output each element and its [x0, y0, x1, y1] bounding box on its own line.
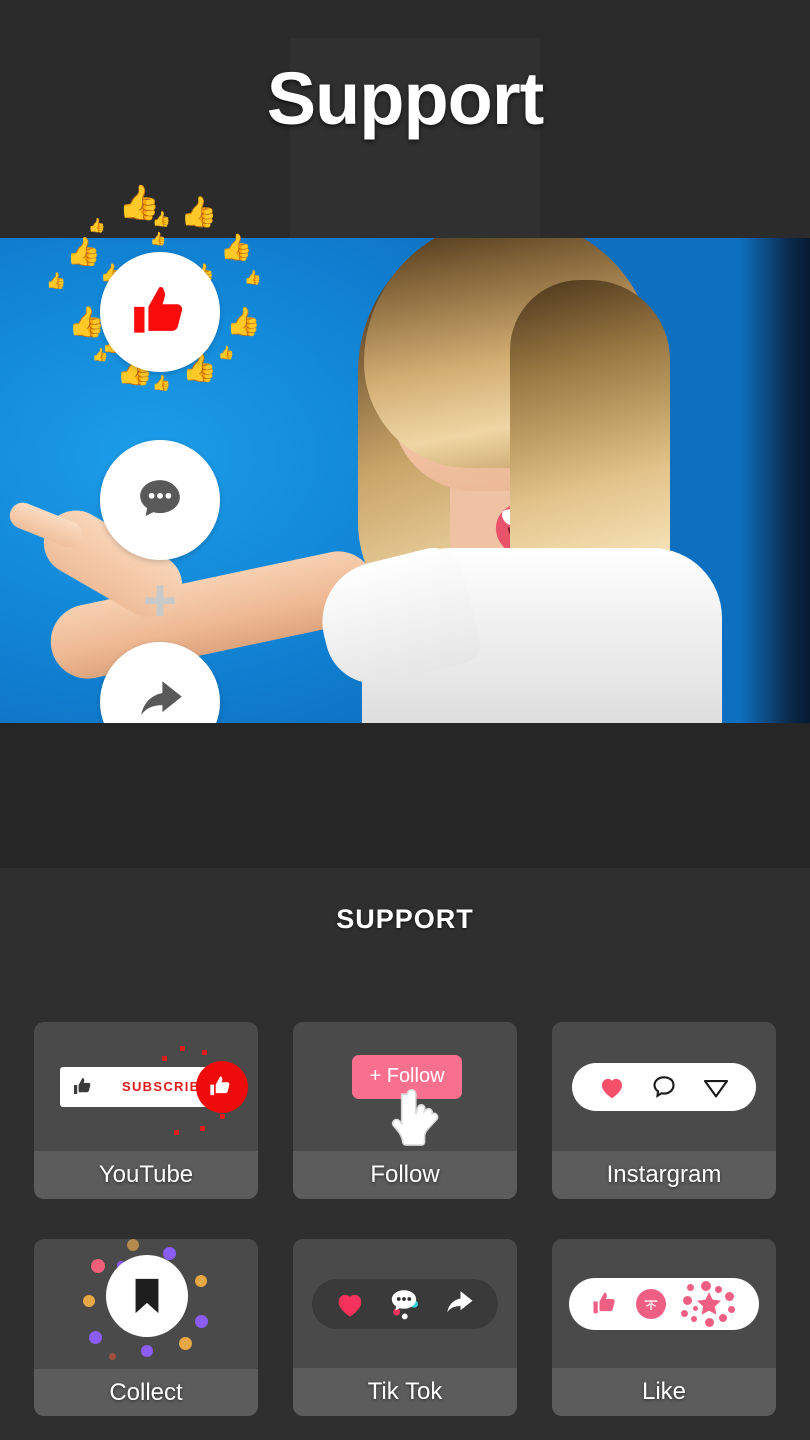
like-action-pill[interactable] [569, 1277, 759, 1330]
thumbs-up-white-icon [210, 1075, 230, 1095]
woman-illustration [5, 238, 770, 723]
thumbs-up-icon[interactable] [591, 1289, 621, 1319]
youtube-art: SUBSCRIBE [34, 1022, 258, 1151]
like-art [552, 1239, 776, 1368]
comment-button[interactable] [100, 440, 220, 560]
tiktok-art [293, 1239, 517, 1368]
card-label-collect: Collect [34, 1369, 258, 1416]
tiktok-action-pill[interactable] [312, 1278, 498, 1329]
collect-burst [71, 1239, 221, 1369]
support-panel: SUPPORT SUBSCRIBE YouTube + Follow Follo… [0, 868, 810, 1440]
pointing-hand-cursor-icon [391, 1088, 439, 1146]
hero-panel-spacer [0, 723, 810, 868]
collect-button[interactable] [106, 1255, 188, 1337]
bookmark-icon [135, 1278, 159, 1314]
social-actions-column: + [100, 252, 220, 723]
share-arrow-icon [141, 681, 182, 716]
card-label-instagram: Instargram [552, 1151, 776, 1199]
share-arrow-icon[interactable] [441, 1286, 477, 1322]
card-tiktok[interactable]: Tik Tok [293, 1239, 517, 1416]
card-label-like: Like [552, 1368, 776, 1416]
card-follow[interactable]: + Follow Follow [293, 1022, 517, 1199]
panel-title: SUPPORT [336, 904, 474, 934]
comment-bubble-icon [140, 480, 180, 517]
like-badge-icon[interactable] [635, 1288, 666, 1319]
card-label-youtube: YouTube [34, 1151, 258, 1199]
send-paper-plane-icon[interactable] [701, 1072, 731, 1102]
comment-outline-icon[interactable] [649, 1072, 679, 1102]
instagram-action-pill[interactable] [572, 1062, 756, 1111]
photo-right-shadow [740, 238, 810, 723]
card-like[interactable]: Like [552, 1239, 776, 1416]
card-collect[interactable]: Collect [34, 1239, 258, 1416]
card-label-tiktok: Tik Tok [293, 1368, 517, 1416]
page-title: Support [266, 57, 545, 140]
comment-bubble-icon[interactable] [385, 1285, 423, 1323]
card-label-follow: Follow [293, 1151, 517, 1199]
heart-icon[interactable] [597, 1072, 627, 1102]
follow-art: + Follow [293, 1022, 517, 1151]
instagram-art [552, 1022, 776, 1151]
support-card-grid: SUBSCRIBE YouTube + Follow Follow Instar… [34, 1022, 776, 1416]
share-button[interactable] [100, 642, 220, 723]
like-button[interactable] [100, 252, 220, 372]
app-screen: Support 👍 👍 👍 👍 👍 👍 👍 👍 👍 👍 👍 👍 👍 👍 👍 👍 … [0, 0, 810, 1440]
thumbs-up-dark-icon [74, 1077, 91, 1094]
star-burst-glyph-icon [644, 1299, 658, 1310]
thumbs-up-icon [134, 287, 183, 333]
star-sparkle-group [681, 1280, 737, 1327]
hero-section: Support 👍 👍 👍 👍 👍 👍 👍 👍 👍 👍 👍 👍 👍 👍 👍 👍 … [0, 0, 810, 723]
card-instagram[interactable]: Instargram [552, 1022, 776, 1199]
add-plus-icon[interactable]: + [100, 571, 220, 631]
heart-icon[interactable] [333, 1287, 367, 1321]
card-youtube[interactable]: SUBSCRIBE YouTube [34, 1022, 258, 1199]
collect-art [34, 1239, 258, 1369]
youtube-like-badge[interactable] [196, 1060, 248, 1113]
subscribe-bar[interactable]: SUBSCRIBE [60, 1060, 248, 1113]
